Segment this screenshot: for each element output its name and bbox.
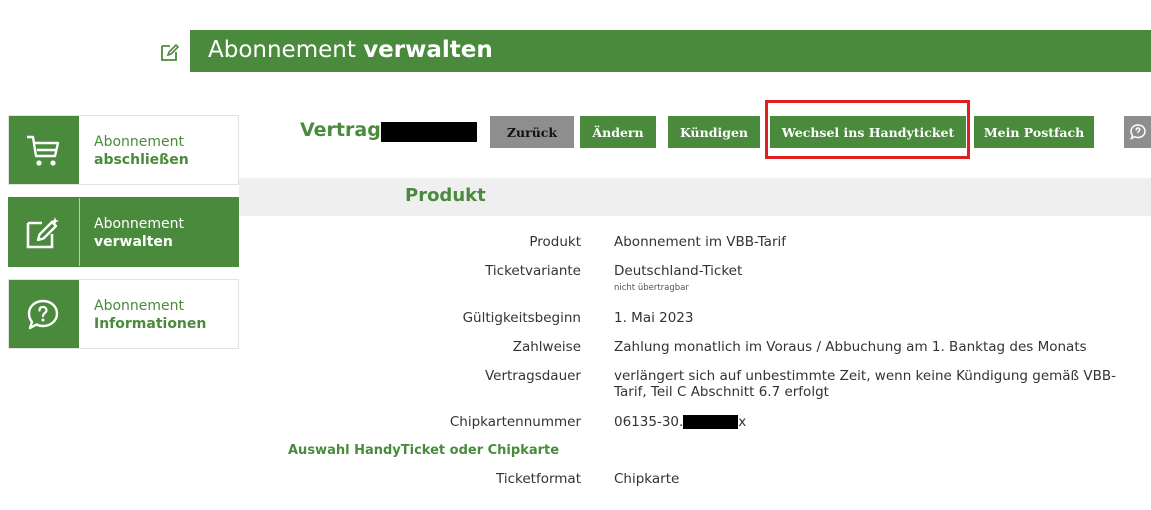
payment-method-label: Zahlweise: [512, 339, 581, 355]
page-title: Abonnement verwalten: [208, 37, 493, 63]
validity-start-label: Gültigkeitsbeginn: [462, 310, 581, 326]
ticket-format-label: Ticketformat: [496, 471, 581, 487]
highlight-box: [765, 100, 970, 159]
section-title: Produkt: [405, 185, 486, 206]
redacted-card-number: [683, 415, 739, 429]
product-value: Abonnement im VBB-Tarif: [614, 234, 786, 250]
back-button[interactable]: Zurück: [490, 116, 574, 148]
sidebar-item-subscribe[interactable]: Abonnement abschließen: [8, 115, 239, 185]
product-label: Produkt: [529, 234, 581, 250]
redacted-contract-number: [381, 122, 477, 142]
contract-duration-label: Vertragsdauer: [484, 368, 581, 384]
chat-question-icon: [1129, 124, 1146, 141]
mailbox-button[interactable]: Mein Postfach: [974, 116, 1094, 148]
validity-start-value: 1. Mai 2023: [614, 310, 694, 326]
sidebar-item-info[interactable]: Abonnement Informationen: [8, 279, 239, 349]
sidebar-item-label: Abonnement abschließen: [94, 134, 189, 168]
help-button[interactable]: [1124, 116, 1151, 148]
cart-icon: [9, 116, 79, 184]
ticket-format-value: Chipkarte: [614, 471, 680, 487]
ticket-variant-note: nicht übertragbar: [614, 283, 689, 293]
chat-question-icon: [9, 280, 79, 348]
ticket-variant-label: Ticketvariante: [485, 263, 581, 279]
page-title-bold: verwalten: [363, 37, 493, 63]
contract-duration-value-line2: Tarif, Teil C Abschnitt 6.7 erfolgt: [614, 384, 829, 400]
contract-label: Vertrag: [300, 119, 381, 141]
edit-button[interactable]: Ändern: [580, 116, 656, 148]
section-header-bar: [239, 178, 1151, 216]
sidebar-item-label: Abonnement verwalten: [94, 216, 185, 250]
sidebar-item-manage[interactable]: Abonnement verwalten: [8, 197, 239, 267]
chipcard-number-label: Chipkartennummer: [449, 414, 581, 430]
page-title-prefix: Abonnement: [208, 37, 356, 63]
cancel-subscription-button[interactable]: Kündigen: [668, 116, 760, 148]
header-bar: Abonnement verwalten: [190, 30, 1151, 72]
ticket-choice-section-title: Auswahl HandyTicket oder Chipkarte: [288, 443, 560, 458]
contract-duration-value-line1: verlängert sich auf unbestimmte Zeit, we…: [614, 368, 1116, 384]
chipcard-number-value: 06135-30. x: [614, 414, 747, 430]
ticket-variant-value: Deutschland-Ticket: [614, 263, 743, 279]
edit-icon: [9, 198, 80, 266]
sidebar-item-label: Abonnement Informationen: [94, 298, 207, 332]
payment-method-value: Zahlung monatlich im Voraus / Abbuchung …: [614, 339, 1087, 355]
edit-icon: [160, 42, 180, 62]
